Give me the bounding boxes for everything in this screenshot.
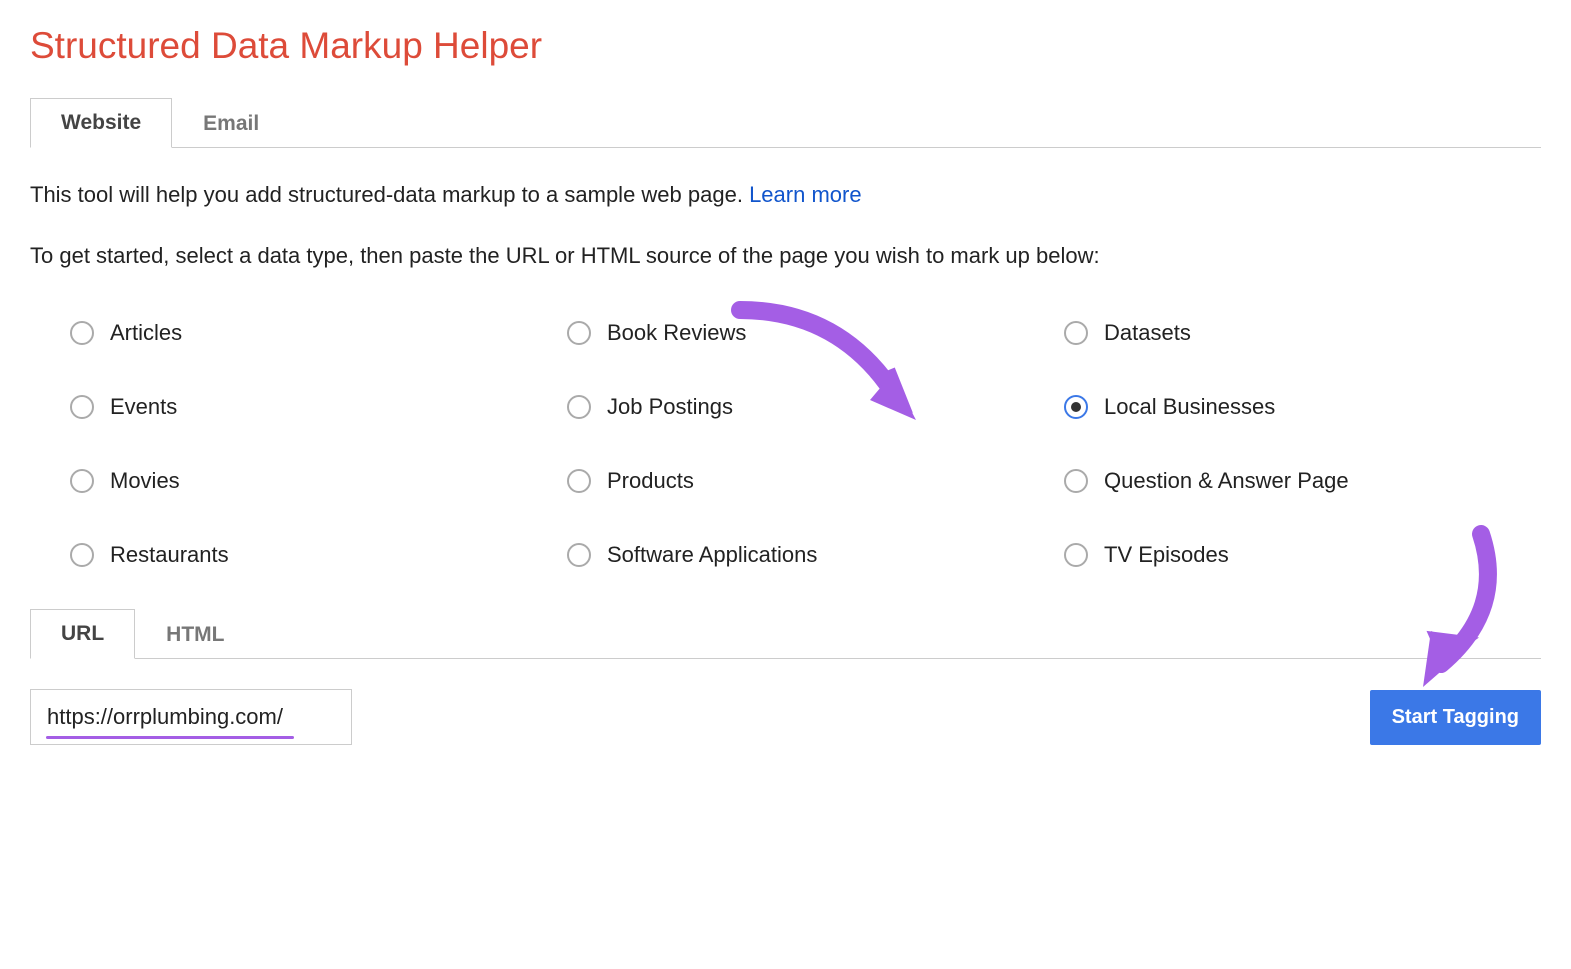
tab-website[interactable]: Website xyxy=(30,98,172,148)
radio-circle-icon xyxy=(567,543,591,567)
radio-circle-icon xyxy=(1064,543,1088,567)
radio-circle-icon xyxy=(1064,395,1088,419)
radio-circle-icon xyxy=(70,395,94,419)
annotation-underline xyxy=(46,736,294,739)
radio-label: Job Postings xyxy=(607,394,733,420)
radio-circle-icon xyxy=(70,543,94,567)
radio-label: Question & Answer Page xyxy=(1104,468,1349,494)
radio-label: Software Applications xyxy=(607,542,817,568)
radio-circle-icon xyxy=(70,469,94,493)
intro-line-2: To get started, select a data type, then… xyxy=(30,239,1541,272)
radio-label: Restaurants xyxy=(110,542,229,568)
radio-articles[interactable]: Articles xyxy=(70,320,547,346)
radio-book-reviews[interactable]: Book Reviews xyxy=(567,320,1044,346)
radio-label: Book Reviews xyxy=(607,320,746,346)
radio-qa-page[interactable]: Question & Answer Page xyxy=(1064,468,1541,494)
radio-job-postings[interactable]: Job Postings xyxy=(567,394,1044,420)
radio-circle-icon xyxy=(1064,469,1088,493)
tab-url[interactable]: URL xyxy=(30,609,135,659)
radio-label: TV Episodes xyxy=(1104,542,1229,568)
radio-restaurants[interactable]: Restaurants xyxy=(70,542,547,568)
url-input-wrap xyxy=(30,689,1340,745)
radio-label: Datasets xyxy=(1104,320,1191,346)
intro-line-1: This tool will help you add structured-d… xyxy=(30,178,1541,211)
radio-label: Products xyxy=(607,468,694,494)
learn-more-link[interactable]: Learn more xyxy=(749,182,862,207)
intro-block: This tool will help you add structured-d… xyxy=(30,178,1541,272)
radio-circle-icon xyxy=(567,321,591,345)
radio-label: Events xyxy=(110,394,177,420)
intro-text-1: This tool will help you add structured-d… xyxy=(30,182,749,207)
radio-circle-icon xyxy=(1064,321,1088,345)
radio-events[interactable]: Events xyxy=(70,394,547,420)
radio-movies[interactable]: Movies xyxy=(70,468,547,494)
radio-software-applications[interactable]: Software Applications xyxy=(567,542,1044,568)
radio-label: Movies xyxy=(110,468,180,494)
radio-tv-episodes[interactable]: TV Episodes xyxy=(1064,542,1541,568)
tab-email[interactable]: Email xyxy=(172,99,290,148)
radio-label: Local Businesses xyxy=(1104,394,1275,420)
content-type-tabs: Website Email xyxy=(30,97,1541,148)
radio-circle-icon xyxy=(567,395,591,419)
radio-local-businesses[interactable]: Local Businesses xyxy=(1064,394,1541,420)
radio-circle-icon xyxy=(70,321,94,345)
annotation-arrow-icon xyxy=(720,290,940,450)
radio-circle-icon xyxy=(567,469,591,493)
input-row: Start Tagging xyxy=(30,689,1541,745)
tab-html[interactable]: HTML xyxy=(135,610,255,659)
radio-datasets[interactable]: Datasets xyxy=(1064,320,1541,346)
radio-products[interactable]: Products xyxy=(567,468,1044,494)
source-type-tabs: URL HTML xyxy=(30,608,1541,659)
page-title: Structured Data Markup Helper xyxy=(30,25,1541,67)
start-tagging-button[interactable]: Start Tagging xyxy=(1370,690,1541,745)
data-type-grid: Articles Book Reviews Datasets Events Job Po… xyxy=(30,300,1541,608)
radio-label: Articles xyxy=(110,320,182,346)
